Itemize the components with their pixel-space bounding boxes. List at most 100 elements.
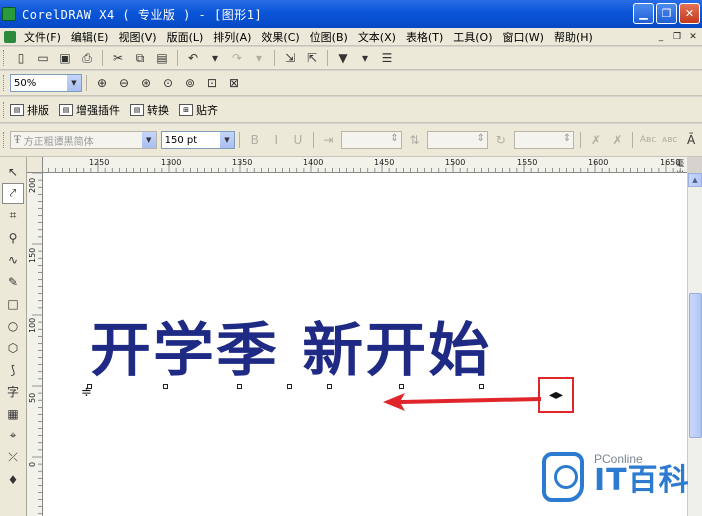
underline-icon[interactable]: U [288,131,308,149]
maximize-button[interactable]: ❐ [656,3,677,24]
bold-icon[interactable]: B [245,131,265,149]
italic-icon[interactable]: I [267,131,287,149]
zoom-tool-icon[interactable]: ⚲ [2,227,24,248]
undo-icon[interactable]: ↶ [183,49,203,67]
copy-icon[interactable]: ⧉ [130,49,150,67]
text-node-handle[interactable] [163,384,168,389]
export-icon[interactable]: ⇱ [302,49,322,67]
font-size-select[interactable]: 150 pt ▼ [160,131,235,149]
text-node-handle[interactable] [287,384,292,389]
print-icon[interactable]: ⎙ [77,49,97,67]
char-spacing-input[interactable] [341,131,402,149]
application-launcher-icon[interactable]: ▼ [333,49,353,67]
headline-text-object[interactable]: 开学季 新开始 [90,321,491,379]
lowercase-icon[interactable]: ᴀʙᴄ [660,131,680,149]
scroll-up-icon[interactable]: ▲ [688,173,702,187]
import-icon[interactable]: ⇲ [280,49,300,67]
chevron-down-icon[interactable]: ▼ [67,75,81,91]
snap-icon: ⊞ [179,103,193,116]
menu-arrange[interactable]: 排列(A) [211,29,259,45]
text-node-handle[interactable] [479,384,484,389]
horizontal-ruler[interactable]: 1250 1300 1350 1400 1450 1500 1550 1600 … [27,157,687,173]
crop-tool-icon[interactable]: ⌗ [2,205,24,226]
straighten-text-icon[interactable]: ✗ [586,131,606,149]
undo-dropdown-icon[interactable]: ▾ [205,49,225,67]
menu-window[interactable]: 窗口(W) [501,29,552,45]
zoom-out-icon[interactable]: ⊖ [114,74,134,92]
angle-input[interactable] [513,131,575,149]
edit-text-icon[interactable]: Ā [681,131,701,149]
standard-toolbar: ▯ ▭ ▣ ⎙ ✂ ⧉ ▤ ↶ ▾ ↷ ▾ ⇲ ⇱ ▼ ▾ ☰ [0,47,702,70]
toolbar-grip[interactable] [3,101,6,118]
basic-shapes-tool-icon[interactable]: ⟆ [2,359,24,380]
outline-tool-icon[interactable]: ♦ [2,469,24,490]
menu-bitmaps[interactable]: 位图(B) [308,29,356,45]
enhance-plugin-button[interactable]: ▤ 增强插件 [59,102,120,118]
text-node-handle[interactable] [327,384,332,389]
dimension-tool-icon[interactable]: ⌖ [2,425,24,446]
uppercase-icon[interactable]: Aʙᴄ [638,131,658,149]
chevron-down-icon[interactable]: ▼ [141,132,156,148]
shape-tool-icon[interactable]: ⤤ [2,183,24,204]
doc-close-button[interactable]: ✕ [686,30,700,44]
ruler-label: 1350 [232,158,253,167]
minimize-button[interactable]: ▁ [633,3,654,24]
open-icon[interactable]: ▭ [33,49,53,67]
new-icon[interactable]: ▯ [11,49,31,67]
text-node-handle[interactable] [237,384,242,389]
scroll-thumb[interactable] [689,293,702,438]
menu-file[interactable]: 文件(F) [22,29,69,45]
snap-plugin-button[interactable]: ⊞ 贴齐 [179,102,218,118]
freehand-tool-icon[interactable]: ∿ [2,249,24,270]
toolbar-grip[interactable] [3,132,6,148]
menu-table[interactable]: 表格(T) [404,29,451,45]
table-tool-icon[interactable]: ▦ [2,403,24,424]
zoom-level-select[interactable]: 50% ▼ [10,74,82,92]
toolbar-grip[interactable] [3,75,6,91]
vertical-ruler[interactable]: 200 150 100 50 0 [27,173,43,516]
doc-minimize-button[interactable]: _ [654,30,668,44]
rectangle-tool-icon[interactable]: □ [2,293,24,314]
menu-help[interactable]: 帮助(H) [552,29,601,45]
text-node-handle[interactable] [399,384,404,389]
separator [177,50,178,66]
doc-restore-button[interactable]: ❐ [670,30,684,44]
cut-icon[interactable]: ✂ [108,49,128,67]
document-icon[interactable] [4,30,16,43]
ellipse-tool-icon[interactable]: ○ [2,315,24,336]
polygon-tool-icon[interactable]: ⬡ [2,337,24,358]
text-tool-icon[interactable]: 字 [2,381,24,402]
zoom-width-icon[interactable]: ⊡ [202,74,222,92]
launcher-dropdown-icon[interactable]: ▾ [355,49,375,67]
zoom-in-icon[interactable]: ⊕ [92,74,112,92]
menu-text[interactable]: 文本(X) [356,29,404,45]
menu-layout[interactable]: 版面(L) [165,29,212,45]
chevron-down-icon[interactable]: ▼ [220,132,234,148]
save-icon[interactable]: ▣ [55,49,75,67]
menu-edit[interactable]: 编辑(E) [69,29,117,45]
toolbar-grip[interactable] [3,50,6,66]
layout-plugin-button[interactable]: ▤ 排版 [10,102,49,118]
vertical-spacing-handle-icon[interactable]: ≑ [81,385,92,400]
welcome-screen-icon[interactable]: ☰ [377,49,397,67]
align-baseline-icon[interactable]: ✗ [608,131,628,149]
redo-icon[interactable]: ↷ [227,49,247,67]
zoom-selected-icon[interactable]: ⊛ [136,74,156,92]
close-button[interactable]: ✕ [679,3,700,24]
vertical-shift-input[interactable] [427,131,489,149]
menu-view[interactable]: 视图(V) [116,29,164,45]
zoom-height-icon[interactable]: ⊠ [224,74,244,92]
pick-tool-icon[interactable]: ↖ [2,161,24,182]
ruler-origin[interactable] [27,157,43,173]
convert-plugin-button[interactable]: ▤ 转换 [130,102,169,118]
smart-fill-tool-icon[interactable]: ✎ [2,271,24,292]
menu-tools[interactable]: 工具(O) [451,29,500,45]
font-family-select[interactable]: Ŧ 方正粗谭黑简体 ▼ [9,131,157,149]
zoom-all-objects-icon[interactable]: ⊙ [158,74,178,92]
redo-dropdown-icon[interactable]: ▾ [249,49,269,67]
menu-effects[interactable]: 效果(C) [259,29,307,45]
zoom-page-icon[interactable]: ⊚ [180,74,200,92]
eyedropper-tool-icon[interactable]: ⤫ [2,447,24,468]
horizontal-spacing-handle-icon[interactable]: ◂▸ [549,387,563,403]
paste-icon[interactable]: ▤ [152,49,172,67]
